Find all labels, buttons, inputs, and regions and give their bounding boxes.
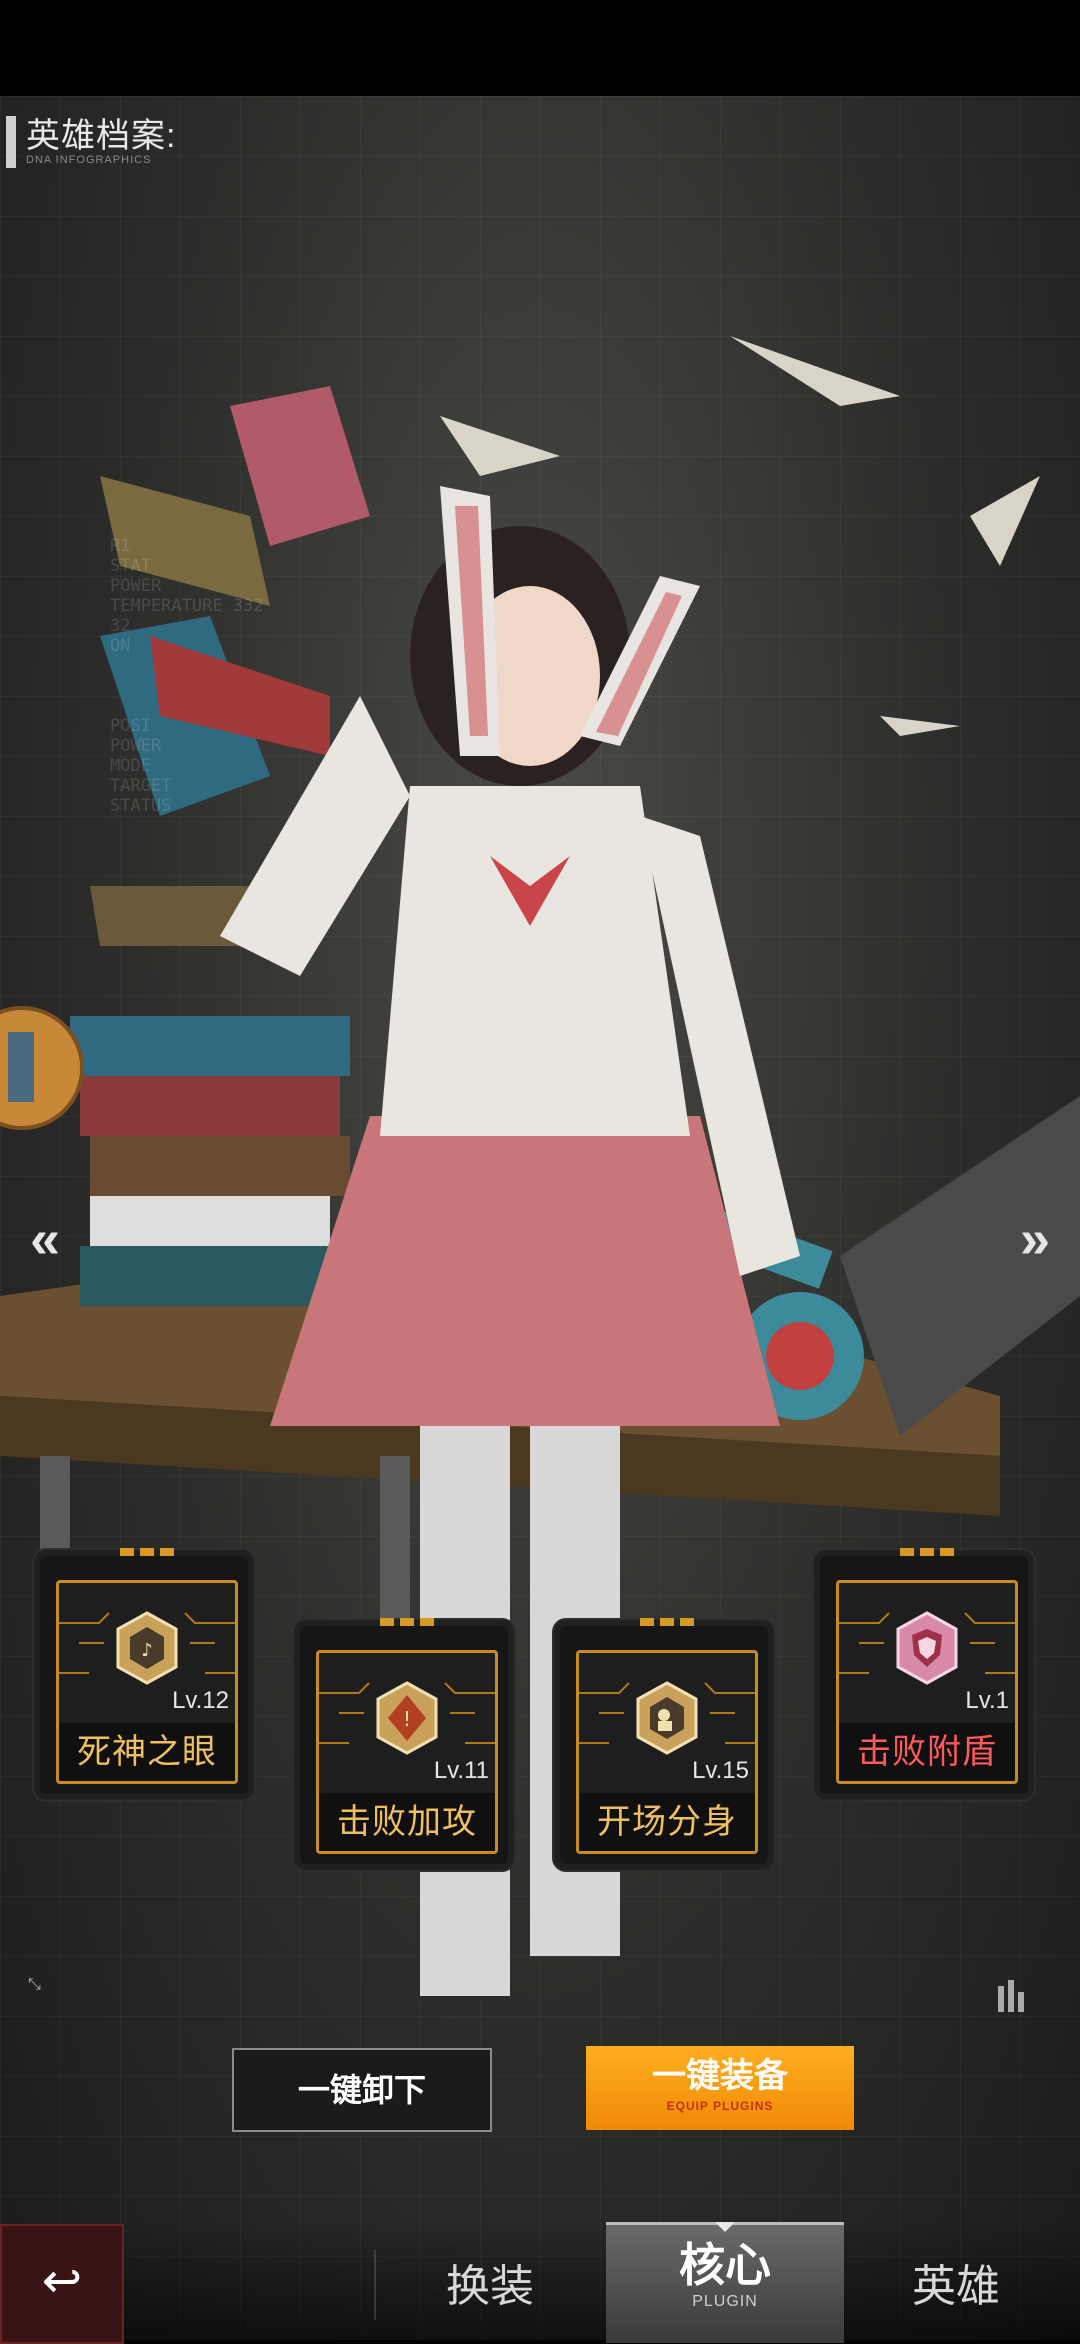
tab-hero[interactable]: 英雄 [912,2250,1000,2314]
shield-emblem-icon [896,1611,958,1685]
plugin-level: Lv.12 [172,1687,229,1714]
plugin-name: 开场分身 [579,1793,755,1851]
plugin-name: 击败附盾 [839,1723,1015,1781]
next-hero-arrow[interactable]: » [1020,1212,1050,1266]
bg-data-line: STATUS [110,796,172,816]
hero-artwork [0,336,1080,1996]
bg-data-line: TEMPERATURE 332 [110,596,264,616]
attack-emblem-icon: ! [376,1681,438,1755]
plugin-level: Lv.11 [433,1757,489,1784]
tab-plugin-label: 核心 [679,2239,771,2291]
equip-all-label: 一键装备 [652,2057,788,2095]
tab-outfit[interactable]: 换装 [446,2250,534,2314]
background-data-text: R1 STAT POWER TEMPERATURE 332 32 ON POSI… [110,536,264,816]
unequip-all-button[interactable]: 一键卸下 [232,2048,492,2132]
plugin-slot-3[interactable]: Lv.15 开场分身 [552,1618,776,1872]
equip-all-button[interactable]: 一键装备 EQUIP PLUGINS [586,2046,854,2130]
bg-data-line: TARGET [110,776,172,796]
page-title: 英雄档案: [26,117,177,155]
tab-plugin[interactable]: 核心 PLUGIN [606,2222,844,2343]
plugin-slot-2[interactable]: ! Lv.11 击败加攻 [292,1618,516,1872]
plugin-slot-1[interactable]: ♪ Lv.12 死神之眼 [32,1548,256,1802]
status-bar [0,0,1080,96]
bg-data-line: STAT [110,556,151,576]
bg-data-line: R1 [110,536,131,556]
clone-emblem-icon [636,1681,698,1755]
eye-emblem-icon: ♪ [116,1611,178,1685]
header-accent-bar [6,116,16,168]
back-icon[interactable]: ↩ [0,2224,124,2344]
slot-indicator [640,1618,694,1626]
hero-stage: 英雄档案: DNA INFOGRAPHICS R1 STAT POWER TEM… [0,96,1080,2340]
equip-all-sublabel: EQUIP PLUGINS [666,2099,774,2113]
plugin-level: Lv.15 [692,1757,749,1784]
nav-divider [374,2250,376,2320]
previous-hero-arrow[interactable]: « [30,1212,60,1266]
page-header: 英雄档案: DNA INFOGRAPHICS [0,116,176,168]
tab-plugin-sublabel: PLUGIN [692,2293,758,2310]
bg-data-line: POWER [110,736,162,756]
slot-indicator [900,1548,954,1556]
plugin-level: Lv.1 [965,1687,1009,1714]
bg-data-line: POSI [110,716,151,736]
svg-text:♪: ♪ [141,1640,153,1661]
svg-text:!: ! [403,1707,411,1731]
slot-indicator [380,1618,434,1626]
active-tab-indicator [715,2222,735,2232]
expand-icon[interactable]: ⤡ [28,1976,41,1994]
slot-indicator [120,1548,174,1556]
plugin-name: 死神之眼 [59,1723,235,1781]
plugin-slot-4[interactable]: Lv.1 击败附盾 [812,1548,1036,1802]
bg-data-line: MODE [110,756,151,776]
bg-data-line: POWER [110,576,162,596]
plugin-name: 击败加攻 [319,1793,495,1851]
bg-data-line: ON [110,636,131,656]
stats-icon[interactable] [996,1976,1030,2016]
bg-data-line: 32 [110,616,131,636]
